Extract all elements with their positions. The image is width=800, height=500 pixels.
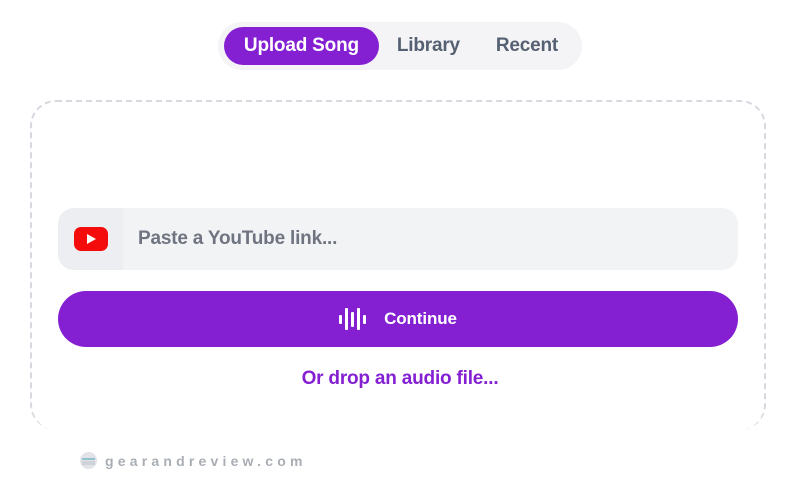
tab-upload-song[interactable]: Upload Song [223,27,379,65]
tabbar: Upload Song Library Recent [217,22,583,70]
tab-recent-label: Recent [495,35,559,56]
youtube-icon-slot [58,208,123,270]
youtube-icon [73,227,108,251]
audio-waveform-icon [339,308,367,330]
continue-button[interactable]: Continue [58,291,738,347]
youtube-link-input[interactable]: Paste a YouTube link... [58,208,738,270]
continue-button-label: Continue [384,309,457,328]
play-triangle-icon [87,234,96,244]
tab-library[interactable]: Library [379,27,478,65]
watermark-text: gearandreview.com [105,452,307,469]
tab-upload-song-label: Upload Song [243,35,359,56]
watermark: gearandreview.com [80,452,307,469]
site-logo-icon [80,452,97,469]
youtube-link-placeholder: Paste a YouTube link... [138,228,338,249]
drop-audio-file-link[interactable]: Or drop an audio file... [0,368,800,390]
tab-library-label: Library [396,35,460,56]
tab-recent[interactable]: Recent [478,27,576,65]
tabbar-container: Upload Song Library Recent [0,22,800,70]
